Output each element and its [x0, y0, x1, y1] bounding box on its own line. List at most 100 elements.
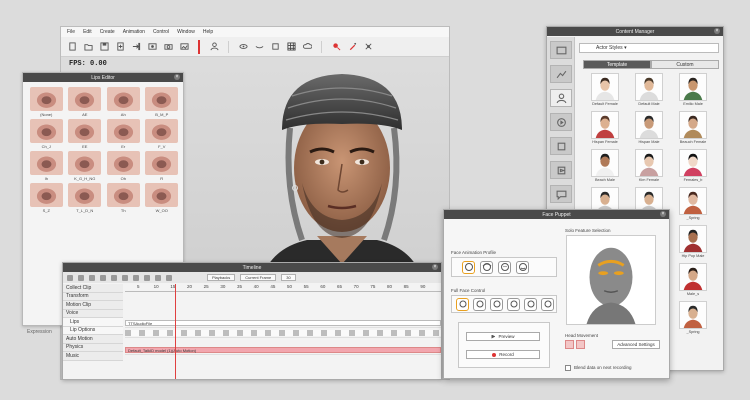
viseme-cell[interactable]: AE — [68, 87, 103, 117]
track-row[interactable]: Transform — [63, 292, 123, 301]
profile-custom-icon[interactable] — [516, 260, 529, 274]
actor-template-item[interactable]: Hispan Female — [585, 111, 625, 144]
media-tab-icon[interactable] — [550, 161, 572, 179]
track-row[interactable]: Collect Clip — [63, 284, 123, 293]
close-icon[interactable]: × — [174, 74, 180, 80]
grid-icon[interactable] — [286, 42, 296, 52]
viseme-cell[interactable]: F_V — [145, 119, 180, 149]
menu-help[interactable]: Help — [203, 29, 213, 35]
menu-edit[interactable]: Edit — [83, 29, 92, 35]
playbacks-button[interactable]: Playbacks — [207, 274, 236, 281]
tab-template[interactable]: Template — [583, 60, 651, 69]
actor-template-item[interactable]: Male_s — [673, 263, 713, 296]
close-icon[interactable]: × — [432, 264, 438, 270]
menu-create[interactable]: Create — [100, 29, 115, 35]
frame-ruler[interactable]: 5 10 15 20 25 30 35 40 45 50 55 60 65 70 75 80 85 90 — [125, 284, 441, 292]
record-button[interactable]: Record — [466, 350, 540, 359]
actor-template-item[interactable]: Emilio Male — [673, 73, 713, 106]
voice-clip[interactable]: TTSAudioFile — [125, 320, 441, 326]
eye-closed-icon[interactable] — [254, 42, 264, 52]
actor-icon[interactable] — [209, 42, 219, 52]
viseme-cell[interactable]: Ch_J — [29, 119, 64, 149]
zoom-icon[interactable] — [111, 274, 117, 281]
viseme-cell[interactable]: Er — [106, 119, 141, 149]
advanced-settings-button[interactable]: Advanced Settings — [612, 340, 660, 349]
category-path-dropdown[interactable]: Actor Styles ▾ — [579, 43, 719, 53]
next-key-icon[interactable] — [133, 274, 139, 281]
cloud-icon[interactable] — [302, 42, 312, 52]
actor-template-item[interactable]: Default Male — [629, 73, 669, 106]
props-tab-icon[interactable] — [550, 137, 572, 155]
control-face-2-icon[interactable] — [473, 297, 486, 311]
track-row[interactable]: Music — [63, 352, 123, 361]
scene-tab-icon[interactable] — [550, 65, 572, 83]
loop-icon[interactable] — [155, 274, 161, 281]
viseme-cell[interactable]: EE — [68, 119, 103, 149]
current-frame-input[interactable]: 30 — [281, 274, 296, 281]
save-icon[interactable] — [99, 42, 109, 52]
actor-template-item[interactable]: _Spring — [673, 301, 713, 334]
render-icon[interactable] — [147, 42, 157, 52]
viseme-cell[interactable]: Ih — [29, 151, 64, 181]
head-movement-toggle-2[interactable] — [576, 340, 585, 349]
head-movement-toggle-1[interactable] — [565, 340, 574, 349]
menu-window[interactable]: Window — [177, 29, 195, 35]
lips-clip[interactable] — [125, 330, 441, 336]
marker-icon[interactable] — [166, 274, 172, 281]
screenshot-icon[interactable] — [179, 42, 189, 52]
viseme-cell[interactable]: W_OO — [145, 183, 180, 213]
viseme-cell[interactable]: B_M_P — [145, 87, 180, 117]
actor-template-item[interactable]: Kim Female — [629, 149, 669, 182]
viseme-cell[interactable]: Th — [106, 183, 141, 213]
key-icon[interactable] — [78, 274, 84, 281]
blend-checkbox[interactable] — [565, 365, 571, 371]
export-icon[interactable] — [131, 42, 141, 52]
profile-male-icon[interactable] — [462, 260, 475, 274]
track-row[interactable]: Lip Options — [63, 326, 123, 335]
motion-pin-icon[interactable] — [331, 42, 341, 52]
open-folder-icon[interactable] — [83, 42, 93, 52]
track-row[interactable]: Physics — [63, 343, 123, 352]
actor-template-item[interactable]: Default Female — [585, 73, 625, 106]
undo-icon[interactable] — [89, 274, 95, 281]
actor-template-item[interactable]: Beauch Female — [673, 111, 713, 144]
new-project-icon[interactable] — [67, 42, 77, 52]
control-face-6-icon[interactable] — [541, 297, 554, 311]
actor-template-item[interactable]: _Spring — [673, 187, 713, 220]
control-face-3-icon[interactable] — [490, 297, 503, 311]
import-icon[interactable] — [115, 42, 125, 52]
box-view-icon[interactable] — [270, 42, 280, 52]
solo-feature-head[interactable] — [566, 235, 656, 325]
actor-template-item[interactable]: Females_b — [673, 149, 713, 182]
tab-custom[interactable]: Custom — [651, 60, 719, 69]
chat-tab-icon[interactable] — [550, 185, 572, 203]
viseme-cell[interactable]: S_Z — [29, 183, 64, 213]
viseme-cell[interactable]: T_L_D_N — [68, 183, 103, 213]
actor-tab-icon[interactable] — [550, 89, 572, 107]
menu-animation[interactable]: Animation — [123, 29, 145, 35]
profile-cartoon-icon[interactable] — [498, 260, 511, 274]
track-row[interactable]: Voice — [63, 309, 123, 318]
control-face-1-icon[interactable] — [456, 297, 469, 311]
menu-file[interactable]: File — [67, 29, 75, 35]
play-icon[interactable] — [144, 274, 150, 281]
auto-motion-clip[interactable]: Default_TalkID model (1)(Auto Motion) — [125, 347, 441, 353]
viseme-cell[interactable]: K_G_H_NG — [68, 151, 103, 181]
redo-icon[interactable] — [100, 274, 106, 281]
close-icon[interactable]: × — [714, 28, 720, 34]
viseme-cell[interactable]: Ah — [106, 87, 141, 117]
control-face-5-icon[interactable] — [524, 297, 537, 311]
actor-template-item[interactable]: Hip Pop Male — [673, 225, 713, 258]
preview-button[interactable]: Preview — [466, 332, 540, 341]
profile-female-icon[interactable] — [480, 260, 493, 274]
prev-key-icon[interactable] — [122, 274, 128, 281]
actor-template-item[interactable]: Hispan Male — [629, 111, 669, 144]
viseme-cell[interactable]: R — [145, 151, 180, 181]
paint-icon[interactable] — [347, 42, 357, 52]
close-icon[interactable]: × — [660, 211, 666, 217]
puppet-icon[interactable] — [363, 42, 373, 52]
animation-tab-icon[interactable] — [550, 113, 572, 131]
project-tab-icon[interactable] — [550, 41, 572, 59]
track-menu-icon[interactable] — [67, 274, 73, 281]
camera-icon[interactable] — [163, 42, 173, 52]
